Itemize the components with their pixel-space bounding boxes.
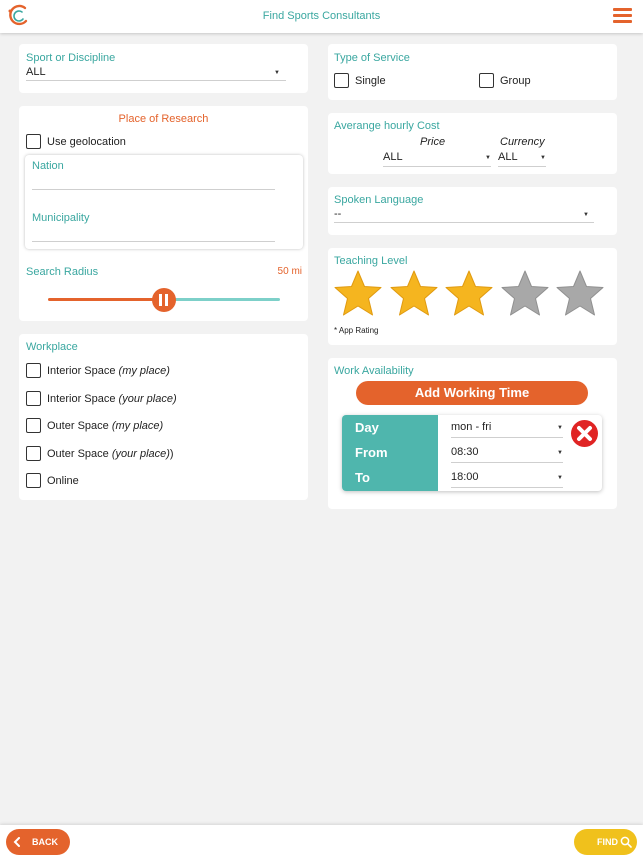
service-title: Type of Service [334,52,410,64]
from-value: 08:30 [451,446,479,458]
place-card: Place of Research Use geolocation Nation… [19,106,308,321]
to-value: 18:00 [451,471,479,483]
star-empty-icon[interactable] [555,269,605,319]
star-filled-icon[interactable] [333,269,383,319]
nation-input[interactable] [32,173,275,189]
page-title: Find Sports Consultants [262,10,381,22]
workplace-option-suffix: ) [169,447,174,460]
radius-label: Search Radius [26,266,99,278]
language-card: Spoken Language -- ▼ [328,187,617,235]
geolocation-label: Use geolocation [47,136,126,148]
workplace-option-label: Interior Space (your place) [47,393,177,405]
slider-handle[interactable] [152,288,176,312]
price-value: ALL [383,151,403,163]
sport-label: Sport or Discipline [26,52,116,64]
chevron-down-icon: ▼ [557,450,563,456]
app-header: Find Sports Consultants [0,0,643,33]
group-label: Group [500,75,531,87]
language-title: Spoken Language [334,194,424,206]
workplace-option-detail: (your place) [118,392,177,405]
workplace-checkbox[interactable] [26,418,41,433]
find-button[interactable]: FIND [574,829,637,855]
service-card: Type of Service Single Group [328,44,617,100]
chevron-left-icon [13,837,20,847]
currency-label: Currency [500,136,545,148]
search-icon [620,836,632,848]
workplace-option-main: Interior Space [47,392,116,405]
single-label: Single [355,75,386,87]
workplace-option-main: Outer Space [47,420,109,432]
day-value: mon - fri [451,421,492,433]
menu-icon[interactable] [613,8,632,24]
find-label: FIND [597,837,618,847]
location-box: Nation Municipality [25,155,303,249]
rating-note: * App Rating [334,326,379,335]
chevron-down-icon: ▼ [557,425,563,431]
to-label: To [342,465,438,491]
sport-card: Sport or Discipline ALL ▼ [19,44,308,93]
workplace-checkbox[interactable] [26,473,41,488]
currency-value: ALL [498,151,518,163]
teaching-card: Teaching Level * App Rating [328,248,617,345]
working-time-entry: Day From To mon - fri ▼ 08:30 ▼ 18:00 ▼ [342,415,602,491]
add-working-time-button[interactable]: Add Working Time [356,381,588,405]
back-label: BACK [32,837,58,847]
sport-value: ALL [26,66,46,78]
currency-select[interactable]: ALL ▼ [498,151,546,167]
day-select[interactable]: mon - fri ▼ [451,421,563,437]
from-select[interactable]: 08:30 ▼ [451,446,563,462]
workplace-option-label: Interior Space (my place) [47,365,170,377]
geolocation-checkbox[interactable] [26,134,41,149]
star-filled-icon[interactable] [389,269,439,319]
back-button[interactable]: BACK [6,829,70,855]
workplace-option-detail: (my place) [118,365,170,377]
workplace-option-label: Online [47,475,79,487]
workplace-option-main: Interior Space [47,365,116,377]
workplace-checkbox[interactable] [26,390,41,406]
chevron-down-icon: ▼ [583,212,589,218]
star-filled-icon[interactable] [444,269,494,319]
availability-card: Work Availability Add Working Time Day F… [328,358,617,509]
cost-title: Averange hourly Cost [334,120,440,132]
close-icon [577,426,592,441]
chevron-down-icon: ▼ [274,70,280,76]
to-select[interactable]: 18:00 ▼ [451,471,563,487]
chevron-down-icon: ▼ [540,155,546,161]
chevron-down-icon: ▼ [485,155,491,161]
municipality-input[interactable] [32,225,275,241]
workplace-title: Workplace [26,341,78,353]
radius-slider[interactable] [48,288,280,312]
workplace-option-label: Outer Space (my place) [47,420,163,432]
place-title: Place of Research [118,113,209,125]
teaching-title: Teaching Level [334,255,408,267]
chevron-down-icon: ▼ [557,475,563,481]
workplace-option-main: Online [47,475,79,487]
municipality-label: Municipality [32,212,90,224]
price-select[interactable]: ALL ▼ [383,151,491,167]
workplace-card: Workplace Interior Space (my place) Inter… [19,334,308,500]
workplace-option-detail: (your place) [111,447,170,460]
availability-title: Work Availability [334,365,414,377]
workplace-checkbox[interactable] [26,363,41,378]
cost-card: Averange hourly Cost Price Currency ALL … [328,113,617,174]
price-label: Price [420,136,446,148]
group-checkbox[interactable] [479,73,494,88]
workplace-option-label: Outer Space (your place)) [47,448,174,460]
from-label: From [342,440,438,465]
star-empty-icon[interactable] [500,269,550,319]
nation-label: Nation [32,160,64,172]
day-label: Day [342,415,438,440]
footer-bar: BACK FIND [0,825,643,858]
language-value: -- [334,208,342,220]
workplace-checkbox[interactable] [26,445,41,461]
single-checkbox[interactable] [334,73,349,88]
radius-value: 50 mi [277,266,302,277]
workplace-option-main: Outer Space [47,447,109,460]
workplace-option-detail: (my place) [111,420,164,432]
remove-time-button[interactable] [571,420,598,447]
